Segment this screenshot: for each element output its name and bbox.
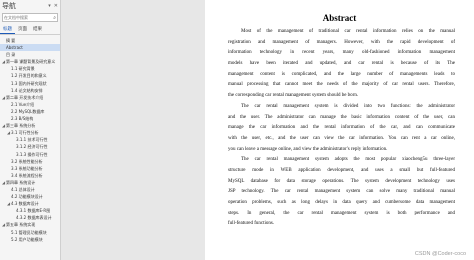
paragraph: Most of the management of traditional ca…: [228, 27, 455, 102]
heading-item-label: 1.3 国内外研究现状: [11, 80, 47, 86]
heading-item-label: 4.1 总体设计: [11, 186, 35, 192]
heading-item[interactable]: 1.2 开发目的和意义: [0, 72, 60, 79]
text-line: management content is complicated, and t…: [228, 71, 455, 77]
heading-item[interactable]: ◢第三章 系统分析: [0, 122, 60, 129]
paragraph: The car rental management system is divi…: [228, 102, 455, 155]
heading-item[interactable]: 4.1 总体设计: [0, 186, 60, 193]
heading-list: 摘 要 Abstract 目 录 ◢第一章 课题背景及研究意义 1.1 研究背景 1.2 …: [0, 37, 60, 243]
heading-item[interactable]: 3.1.3 操作可行性: [0, 151, 60, 158]
heading-item-label: 2.1 Vue介绍: [11, 101, 35, 107]
heading-item-label: 4.3.1 数据库E-R图: [16, 208, 51, 214]
navigation-pane: 导航 ▾ ✕ ⌕ 标题 页面 结果 摘 要 Abstract目 录◢第一章 课题背…: [0, 0, 61, 260]
tab-headings[interactable]: 标题: [0, 25, 15, 34]
heading-item-label: 第三章 系统分析: [6, 123, 36, 129]
heading-item[interactable]: 3.1.2 经济可行性: [0, 143, 60, 150]
heading-item-label: 第二章 开发技术介绍: [6, 94, 44, 100]
heading-item-label: 4.3 数据库设计: [11, 201, 39, 207]
heading-item-label: Abstract: [6, 45, 23, 51]
text-line: information technology in recent years, …: [228, 50, 455, 56]
text-line: full-featured functions.: [228, 221, 275, 227]
heading-item-label: 1.2 开发目的和意义: [11, 73, 47, 79]
heading-item[interactable]: 3.2 系统性能分析: [0, 158, 60, 165]
heading-item[interactable]: 3.3 系统功能分析: [0, 165, 60, 172]
heading-item[interactable]: 摘 要: [0, 37, 60, 44]
heading-item[interactable]: ◢第一章 课题背景及研究意义: [0, 58, 60, 65]
text-line: with the user, etc., and the user can vi…: [228, 135, 455, 141]
heading-item-label: 4.3.2 数据库表设计: [16, 215, 52, 221]
text-line: operation problems, such as long delays …: [228, 200, 455, 205]
heading-item[interactable]: Abstract: [0, 44, 60, 52]
text-line: MySQL database for data storage operatio…: [228, 178, 455, 184]
heading-item-label: 3.3 系统功能分析: [11, 165, 43, 171]
watermark: CSDN @Coder-coco: [414, 251, 466, 257]
heading-item-label: 摘 要: [6, 38, 16, 43]
nav-header: 导航 ▾ ✕: [0, 0, 60, 11]
heading-item[interactable]: ◢第五章 系统实现: [0, 221, 60, 228]
heading-item-label: 3.2 系统性能分析: [11, 158, 43, 164]
heading-item[interactable]: 3.1.1 技术可行性: [0, 136, 60, 143]
heading-item-label: 第五章 系统实现: [6, 222, 36, 228]
text-line: JSP technology. The car rental managemen…: [228, 189, 455, 195]
nav-title: 导航: [2, 1, 16, 10]
heading-item-label: 5.1 管理员功能模块: [11, 229, 47, 235]
text-line: you can leave a message online, and view…: [228, 146, 388, 152]
heading-item-label: 3.1 可行性分析: [11, 130, 39, 136]
text-line: the corresponding car rental management …: [228, 93, 359, 99]
heading-item[interactable]: 4.3.2 数据库表设计: [0, 214, 60, 221]
text-line: manual processing that cannot meet the n…: [228, 82, 455, 88]
heading-item-label: 4.2 功能模块设计: [11, 194, 43, 200]
text-line: The car rental management system is divi…: [241, 103, 455, 109]
heading-item-label: 3.4 系统流程分析: [11, 172, 43, 178]
document-page[interactable]: Abstract Most of the management of tradi…: [205, 0, 474, 260]
search-icon[interactable]: ⌕: [53, 15, 57, 21]
text-line: The car rental management system adopts …: [241, 157, 455, 163]
heading-item[interactable]: 目 录: [0, 51, 60, 58]
text-line: registration and management of managers.…: [228, 39, 455, 45]
heading-item-label: 2.3 B/S结构: [11, 116, 34, 122]
heading-item[interactable]: 1.4 论文结构安排: [0, 87, 60, 94]
heading-item[interactable]: 4.2 功能模块设计: [0, 193, 60, 200]
heading-item[interactable]: ◢4.3 数据库设计: [0, 200, 60, 207]
heading-item[interactable]: 2.3 B/S结构: [0, 115, 60, 122]
heading-item[interactable]: 4.3.1 数据库E-R图: [0, 207, 60, 214]
heading-item-label: 1.1 研究背景: [11, 66, 35, 72]
close-icon[interactable]: ✕: [54, 3, 58, 9]
heading-item-label: 第四章 系统设计: [6, 179, 36, 185]
heading-item[interactable]: 2.1 Vue介绍: [0, 101, 60, 108]
heading-item[interactable]: ◢第二章 开发技术介绍: [0, 94, 60, 101]
text-line: Most of the management of traditional ca…: [241, 29, 455, 34]
heading-item-label: 3.1.3 操作可行性: [16, 151, 48, 157]
text-line: manage the car information and the renta…: [228, 125, 455, 131]
heading-item-label: 3.1.2 经济可行性: [16, 144, 48, 150]
paragraph: The car rental management system adopts …: [228, 155, 455, 230]
nav-tabs: 标题 页面 结果: [0, 25, 60, 35]
document-body: Most of the management of traditional ca…: [205, 27, 474, 230]
page-title: Abstract: [322, 13, 357, 23]
text-line: steps. In general, the car rental manage…: [228, 210, 455, 216]
heading-item-label: 第一章 课题背景及研究意义: [6, 59, 56, 65]
text-line: models have been iterated and updated, a…: [228, 61, 455, 67]
heading-item-label: 目 录: [6, 52, 16, 58]
heading-item[interactable]: ◢3.1 可行性分析: [0, 129, 60, 136]
heading-item[interactable]: 3.4 系统流程分析: [0, 172, 60, 179]
heading-item[interactable]: 1.1 研究背景: [0, 65, 60, 72]
nav-search-box[interactable]: ⌕: [2, 13, 58, 22]
heading-item-label: 3.1.1 技术可行性: [16, 137, 48, 143]
heading-item[interactable]: 5.2 用户功能模块: [0, 236, 60, 243]
search-input[interactable]: [3, 14, 54, 21]
nav-options-icon[interactable]: ▾: [48, 3, 51, 9]
heading-item[interactable]: 2.2 MySQL数据库: [0, 108, 60, 115]
heading-item-label: 1.4 论文结构安排: [11, 87, 43, 93]
heading-item[interactable]: ◢第四章 系统设计: [0, 179, 60, 186]
heading-item[interactable]: 5.1 管理员功能模块: [0, 229, 60, 236]
text-line: and the user. The administrator can mana…: [228, 114, 455, 120]
tab-pages[interactable]: 页面: [15, 25, 30, 34]
heading-item[interactable]: 1.3 国内外研究现状: [0, 80, 60, 87]
tab-results[interactable]: 结果: [30, 25, 45, 34]
heading-item-label: 5.2 用户功能模块: [11, 236, 43, 242]
text-line: structure mode in WEB application develo…: [228, 167, 455, 173]
heading-item-label: 2.2 MySQL数据库: [11, 108, 45, 114]
